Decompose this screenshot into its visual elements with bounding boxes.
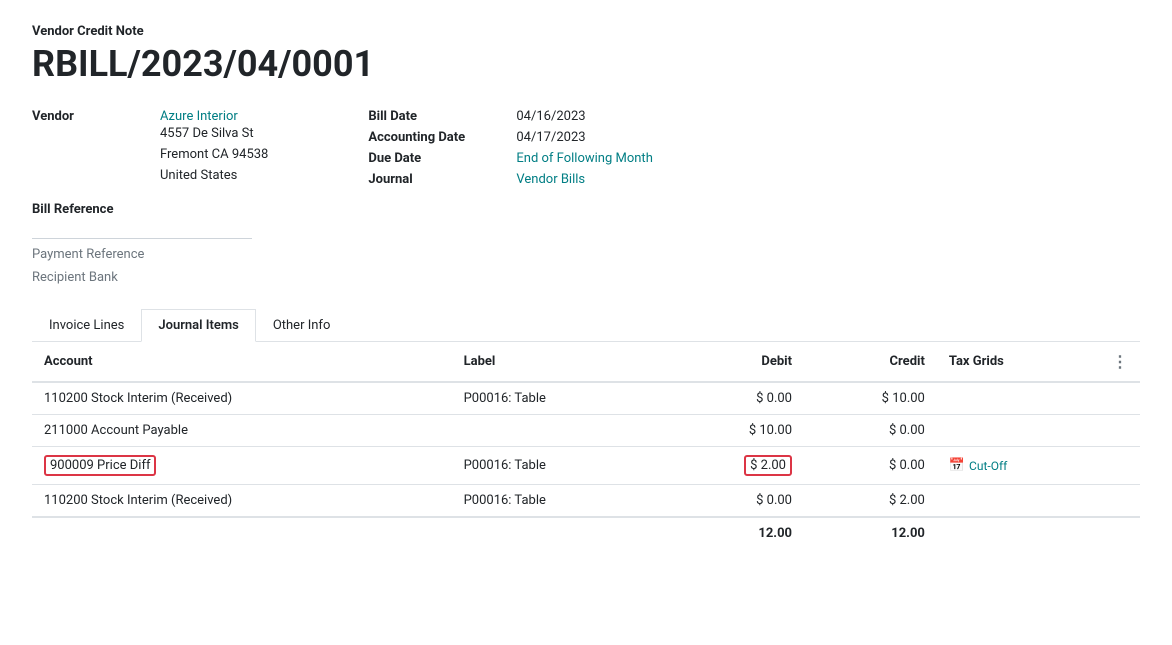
due-date-value[interactable]: End of Following Month: [516, 151, 652, 166]
column-menu-icon[interactable]: ⋮: [1112, 352, 1128, 371]
journal-label: Journal: [368, 172, 508, 187]
bill-date-label: Bill Date: [368, 109, 508, 124]
col-header-debit: Debit: [662, 342, 804, 382]
cell-tax-grids: [937, 485, 1100, 518]
cell-debit: $ 10.00: [662, 415, 804, 447]
total-tax-empty: [937, 517, 1100, 549]
vendor-address-line2: Fremont CA 94538: [160, 145, 268, 166]
col-header-menu: ⋮: [1100, 342, 1140, 382]
cell-label: P00016: Table: [452, 382, 662, 415]
calendar-icon: 📅: [949, 458, 965, 473]
vendor-address-line1: 4557 De Silva St: [160, 124, 268, 145]
total-debit: 12.00: [662, 517, 804, 549]
tab-invoice-lines[interactable]: Invoice Lines: [32, 309, 141, 342]
cell-credit: $ 10.00: [804, 382, 937, 415]
vendor-name[interactable]: Azure Interior: [160, 109, 268, 124]
table-row: 110200 Stock Interim (Received)P00016: T…: [32, 485, 1140, 518]
cell-tax-grids: 📅 Cut-Off: [937, 447, 1100, 485]
cell-row-menu: [1100, 415, 1140, 447]
cut-off-label: Cut-Off: [969, 459, 1007, 473]
document-title: RBILL/2023/04/0001: [32, 43, 1140, 85]
cell-row-menu: [1100, 382, 1140, 415]
cell-account[interactable]: 900009 Price Diff: [32, 447, 452, 485]
vendor-address-line3: United States: [160, 166, 268, 187]
accounting-date-label: Accounting Date: [368, 130, 508, 145]
accounting-date-value: 04/17/2023: [516, 130, 652, 145]
bill-reference-input[interactable]: [32, 219, 252, 239]
cell-credit: $ 0.00: [804, 447, 937, 485]
recipient-bank-label: Recipient Bank: [32, 270, 268, 285]
col-header-label: Label: [452, 342, 662, 382]
bill-date-value: 04/16/2023: [516, 109, 652, 124]
cell-label: P00016: Table: [452, 485, 662, 518]
table-row: 900009 Price Diff P00016: Table $ 2.00 $ 0.…: [32, 447, 1140, 485]
total-credit: 12.00: [804, 517, 937, 549]
total-label-empty2: [452, 517, 662, 549]
highlighted-debit-value: $ 2.00: [744, 455, 792, 476]
bill-reference-label: Bill Reference: [32, 202, 268, 217]
cell-credit: $ 0.00: [804, 415, 937, 447]
cell-label: P00016: Table: [452, 447, 662, 485]
cell-debit: $ 0.00: [662, 382, 804, 415]
cell-debit[interactable]: $ 2.00: [662, 447, 804, 485]
tab-other-info[interactable]: Other Info: [256, 309, 348, 342]
tabs-bar: Invoice Lines Journal Items Other Info: [32, 309, 1140, 342]
cut-off-button[interactable]: 📅 Cut-Off: [949, 458, 1007, 473]
col-header-tax-grids: Tax Grids: [937, 342, 1100, 382]
highlighted-account-value: 900009 Price Diff: [44, 455, 156, 476]
cell-credit: $ 2.00: [804, 485, 937, 518]
cell-tax-grids: [937, 415, 1100, 447]
due-date-label: Due Date: [368, 151, 508, 166]
total-menu-empty: [1100, 517, 1140, 549]
journal-items-table-section: Account Label Debit Credit Tax Grids ⋮ 1…: [32, 342, 1140, 549]
cell-debit: $ 0.00: [662, 485, 804, 518]
vendor-label: Vendor: [32, 109, 152, 124]
journal-value[interactable]: Vendor Bills: [516, 172, 652, 187]
total-label-empty: [32, 517, 452, 549]
document-type-label: Vendor Credit Note: [32, 24, 1140, 39]
table-row: 211000 Account Payable $ 10.00$ 0.00: [32, 415, 1140, 447]
cell-label: [452, 415, 662, 447]
payment-reference-label: Payment Reference: [32, 247, 268, 262]
cell-row-menu: [1100, 485, 1140, 518]
cell-account: 110200 Stock Interim (Received): [32, 382, 452, 415]
col-header-credit: Credit: [804, 342, 937, 382]
cell-account: 211000 Account Payable: [32, 415, 452, 447]
cell-row-menu: [1100, 447, 1140, 485]
totals-row: 12.00 12.00: [32, 517, 1140, 549]
cell-tax-grids: [937, 382, 1100, 415]
table-row: 110200 Stock Interim (Received)P00016: T…: [32, 382, 1140, 415]
tab-journal-items[interactable]: Journal Items: [141, 309, 255, 342]
cell-account: 110200 Stock Interim (Received): [32, 485, 452, 518]
col-header-account: Account: [32, 342, 452, 382]
